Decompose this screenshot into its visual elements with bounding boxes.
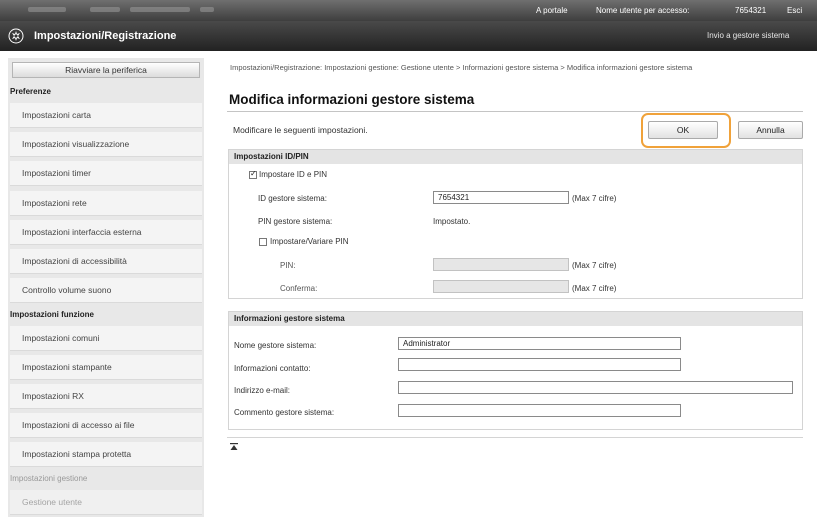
idpin-panel-heading: Impostazioni ID/PIN xyxy=(229,150,802,164)
confirm-pin-label: Conferma: xyxy=(280,284,318,293)
admin-info-panel-heading: Informazioni gestore sistema xyxy=(229,312,802,326)
scroll-to-top-icon[interactable] xyxy=(230,443,238,451)
sidebar-item-external-interface[interactable]: Impostazioni interfaccia esterna xyxy=(10,220,202,245)
divider xyxy=(227,437,803,438)
mail-admin-link[interactable]: Invio a gestore sistema xyxy=(707,31,789,40)
confirm-pin-hint: (Max 7 cifre) xyxy=(572,284,617,293)
sidebar-section-functions: Impostazioni funzione xyxy=(10,310,94,319)
logout-link[interactable]: Esci xyxy=(787,6,802,15)
breadcrumb: Impostazioni/Registrazione: Impostazioni… xyxy=(230,63,693,72)
sidebar-item-timer[interactable]: Impostazioni timer xyxy=(10,161,202,186)
login-user-label: Nome utente per accesso: xyxy=(596,6,690,15)
admin-comment-label: Commento gestore sistema: xyxy=(234,408,335,417)
contact-info-input[interactable] xyxy=(398,358,681,371)
pin-input[interactable] xyxy=(433,258,569,271)
pin-label: PIN: xyxy=(280,261,296,270)
sidebar-item-paper[interactable]: Impostazioni carta xyxy=(10,103,202,128)
divider xyxy=(227,111,803,112)
admin-id-label: ID gestore sistema: xyxy=(258,194,327,203)
admin-name-label: Nome gestore sistema: xyxy=(234,341,317,350)
sidebar-item-common[interactable]: Impostazioni comuni xyxy=(10,326,202,351)
sidebar-item-printer[interactable]: Impostazioni stampante xyxy=(10,355,202,380)
admin-name-input[interactable]: Administrator xyxy=(398,337,681,350)
blurred-text xyxy=(90,7,120,12)
email-input[interactable] xyxy=(398,381,793,394)
admin-pin-label: PIN gestore sistema: xyxy=(258,217,333,226)
admin-id-hint: (Max 7 cifre) xyxy=(572,194,617,203)
login-user-value: 7654321 xyxy=(735,6,767,15)
instruction-text: Modificare le seguenti impostazioni. xyxy=(233,125,368,135)
sidebar-item-display[interactable]: Impostazioni visualizzazione xyxy=(10,132,202,157)
top-strip: A portale Nome utente per accesso: 76543… xyxy=(0,0,817,21)
email-label: Indirizzo e-mail: xyxy=(234,386,291,395)
blurred-text xyxy=(200,7,214,12)
app-header: Impostazioni/Registrazione Invio a gesto… xyxy=(0,21,817,51)
restart-device-button[interactable]: Riavviare la periferica xyxy=(12,62,200,78)
confirm-pin-input[interactable] xyxy=(433,280,569,293)
set-id-pin-label: Impostare ID e PIN xyxy=(259,170,328,179)
cancel-button[interactable]: Annulla xyxy=(738,121,803,139)
pin-hint: (Max 7 cifre) xyxy=(572,261,617,270)
sidebar-section-management: Impostazioni gestione xyxy=(10,474,88,483)
portal-link[interactable]: A portale xyxy=(536,6,568,15)
sidebar-item-rx[interactable]: Impostazioni RX xyxy=(10,384,202,409)
sidebar-item-file-access[interactable]: Impostazioni di accesso ai file xyxy=(10,413,202,438)
blurred-text xyxy=(28,7,66,12)
change-pin-label: Impostare/Variare PIN xyxy=(270,237,349,246)
sidebar-section-preferences: Preferenze xyxy=(10,87,51,96)
admin-id-input[interactable]: 7654321 xyxy=(433,191,569,204)
admin-comment-input[interactable] xyxy=(398,404,681,417)
gear-icon xyxy=(8,28,24,44)
sidebar-item-secure-print[interactable]: Impostazioni stampa protetta xyxy=(10,442,202,467)
page-title: Modifica informazioni gestore sistema xyxy=(229,92,475,107)
admin-pin-status: Impostato. xyxy=(433,217,471,226)
change-pin-checkbox[interactable] xyxy=(259,238,267,246)
sidebar: Riavviare la periferica Preferenze Impos… xyxy=(8,58,204,517)
contact-info-label: Informazioni contatto: xyxy=(234,364,311,373)
blurred-text xyxy=(130,7,190,12)
sidebar-item-user-management[interactable]: Gestione utente xyxy=(10,490,202,515)
sidebar-item-accessibility[interactable]: Impostazioni di accessibilità xyxy=(10,249,202,274)
sidebar-item-volume[interactable]: Controllo volume suono xyxy=(10,278,202,303)
ok-button[interactable]: OK xyxy=(648,121,718,139)
set-id-pin-checkbox[interactable] xyxy=(249,169,257,179)
page-header-title: Impostazioni/Registrazione xyxy=(34,30,177,42)
sidebar-item-network[interactable]: Impostazioni rete xyxy=(10,191,202,216)
